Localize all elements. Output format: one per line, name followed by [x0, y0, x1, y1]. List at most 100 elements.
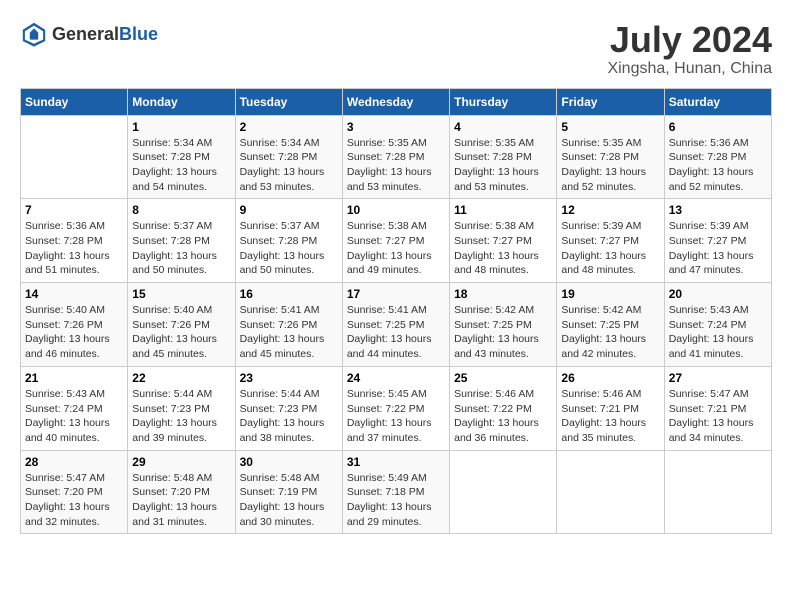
calendar-week-5: 28 Sunrise: 5:47 AM Sunset: 7:20 PM Dayli…: [21, 450, 772, 534]
day-number: 18: [454, 287, 552, 301]
calendar-cell: 2 Sunrise: 5:34 AM Sunset: 7:28 PM Daylig…: [235, 115, 342, 199]
day-number: 22: [132, 371, 230, 385]
calendar-cell: 17Sunrise: 5:41 AM Sunset: 7:25 PM Dayli…: [342, 283, 449, 367]
calendar-week-1: 1 Sunrise: 5:34 AM Sunset: 7:28 PM Daylig…: [21, 115, 772, 199]
day-info: Sunrise: 5:37 AM Sunset: 7:28 PM Dayligh…: [240, 219, 338, 278]
logo: GeneralBlue: [20, 20, 158, 48]
day-info: Sunrise: 5:48 AM Sunset: 7:20 PM Dayligh…: [132, 471, 230, 530]
day-info: Sunrise: 5:41 AM Sunset: 7:25 PM Dayligh…: [347, 303, 445, 362]
calendar-cell: 31Sunrise: 5:49 AM Sunset: 7:18 PM Dayli…: [342, 450, 449, 534]
calendar-cell: 20 Sunrise: 5:43 AM Sunset: 7:24 PM Dayli…: [664, 283, 771, 367]
day-info: Sunrise: 5:34 AM Sunset: 7:28 PM Dayligh…: [240, 136, 338, 195]
calendar-cell: 6 Sunrise: 5:36 AM Sunset: 7:28 PM Daylig…: [664, 115, 771, 199]
day-info: Sunrise: 5:38 AM Sunset: 7:27 PM Dayligh…: [454, 219, 552, 278]
day-number: 3: [347, 120, 445, 134]
day-info: Sunrise: 5:48 AM Sunset: 7:19 PM Dayligh…: [240, 471, 338, 530]
logo-blue: Blue: [119, 24, 158, 44]
calendar-cell: 24Sunrise: 5:45 AM Sunset: 7:22 PM Dayli…: [342, 366, 449, 450]
calendar-cell: [557, 450, 664, 534]
calendar-cell: 22 Sunrise: 5:44 AM Sunset: 7:23 PM Dayli…: [128, 366, 235, 450]
calendar-cell: 26 Sunrise: 5:46 AM Sunset: 7:21 PM Dayli…: [557, 366, 664, 450]
title-block: July 2024 Xingsha, Hunan, China: [607, 20, 772, 78]
day-info: Sunrise: 5:39 AM Sunset: 7:27 PM Dayligh…: [561, 219, 659, 278]
calendar-cell: 16 Sunrise: 5:41 AM Sunset: 7:26 PM Dayli…: [235, 283, 342, 367]
day-number: 2: [240, 120, 338, 134]
page-header: GeneralBlue July 2024 Xingsha, Hunan, Ch…: [20, 20, 772, 78]
calendar-cell: 19Sunrise: 5:42 AM Sunset: 7:25 PM Dayli…: [557, 283, 664, 367]
calendar-cell: 18 Sunrise: 5:42 AM Sunset: 7:25 PM Dayli…: [450, 283, 557, 367]
logo-general: General: [52, 24, 119, 44]
column-header-tuesday: Tuesday: [235, 88, 342, 115]
calendar-cell: 4Sunrise: 5:35 AM Sunset: 7:28 PM Daylig…: [450, 115, 557, 199]
day-number: 8: [132, 203, 230, 217]
sub-title: Xingsha, Hunan, China: [607, 60, 772, 78]
day-number: 23: [240, 371, 338, 385]
day-info: Sunrise: 5:43 AM Sunset: 7:24 PM Dayligh…: [669, 303, 767, 362]
calendar-week-4: 21 Sunrise: 5:43 AM Sunset: 7:24 PM Dayli…: [21, 366, 772, 450]
calendar-cell: 14 Sunrise: 5:40 AM Sunset: 7:26 PM Dayli…: [21, 283, 128, 367]
day-number: 19: [561, 287, 659, 301]
calendar-week-3: 14 Sunrise: 5:40 AM Sunset: 7:26 PM Dayli…: [21, 283, 772, 367]
calendar-table: SundayMondayTuesdayWednesdayThursdayFrid…: [20, 88, 772, 535]
day-number: 20: [669, 287, 767, 301]
day-info: Sunrise: 5:44 AM Sunset: 7:23 PM Dayligh…: [132, 387, 230, 446]
day-info: Sunrise: 5:34 AM Sunset: 7:28 PM Dayligh…: [132, 136, 230, 195]
day-number: 14: [25, 287, 123, 301]
calendar-cell: 29 Sunrise: 5:48 AM Sunset: 7:20 PM Dayli…: [128, 450, 235, 534]
calendar-cell: 12 Sunrise: 5:39 AM Sunset: 7:27 PM Dayli…: [557, 199, 664, 283]
day-number: 26: [561, 371, 659, 385]
column-header-sunday: Sunday: [21, 88, 128, 115]
day-info: Sunrise: 5:40 AM Sunset: 7:26 PM Dayligh…: [132, 303, 230, 362]
day-info: Sunrise: 5:41 AM Sunset: 7:26 PM Dayligh…: [240, 303, 338, 362]
day-info: Sunrise: 5:47 AM Sunset: 7:20 PM Dayligh…: [25, 471, 123, 530]
day-number: 5: [561, 120, 659, 134]
day-number: 29: [132, 455, 230, 469]
calendar-cell: 27 Sunrise: 5:47 AM Sunset: 7:21 PM Dayli…: [664, 366, 771, 450]
day-info: Sunrise: 5:36 AM Sunset: 7:28 PM Dayligh…: [669, 136, 767, 195]
day-info: Sunrise: 5:42 AM Sunset: 7:25 PM Dayligh…: [454, 303, 552, 362]
calendar-cell: [664, 450, 771, 534]
day-info: Sunrise: 5:35 AM Sunset: 7:28 PM Dayligh…: [561, 136, 659, 195]
generalblue-icon: [20, 20, 48, 48]
day-info: Sunrise: 5:46 AM Sunset: 7:21 PM Dayligh…: [561, 387, 659, 446]
calendar-cell: 11 Sunrise: 5:38 AM Sunset: 7:27 PM Dayli…: [450, 199, 557, 283]
calendar-cell: 8 Sunrise: 5:37 AM Sunset: 7:28 PM Daylig…: [128, 199, 235, 283]
calendar-cell: 9Sunrise: 5:37 AM Sunset: 7:28 PM Daylig…: [235, 199, 342, 283]
day-number: 1: [132, 120, 230, 134]
day-number: 11: [454, 203, 552, 217]
day-info: Sunrise: 5:35 AM Sunset: 7:28 PM Dayligh…: [347, 136, 445, 195]
day-info: Sunrise: 5:35 AM Sunset: 7:28 PM Dayligh…: [454, 136, 552, 195]
day-number: 10: [347, 203, 445, 217]
day-info: Sunrise: 5:43 AM Sunset: 7:24 PM Dayligh…: [25, 387, 123, 446]
day-number: 21: [25, 371, 123, 385]
day-info: Sunrise: 5:39 AM Sunset: 7:27 PM Dayligh…: [669, 219, 767, 278]
day-info: Sunrise: 5:44 AM Sunset: 7:23 PM Dayligh…: [240, 387, 338, 446]
calendar-cell: 7 Sunrise: 5:36 AM Sunset: 7:28 PM Daylig…: [21, 199, 128, 283]
day-number: 12: [561, 203, 659, 217]
calendar-header-row: SundayMondayTuesdayWednesdayThursdayFrid…: [21, 88, 772, 115]
day-info: Sunrise: 5:45 AM Sunset: 7:22 PM Dayligh…: [347, 387, 445, 446]
day-info: Sunrise: 5:36 AM Sunset: 7:28 PM Dayligh…: [25, 219, 123, 278]
calendar-cell: [450, 450, 557, 534]
calendar-cell: 23 Sunrise: 5:44 AM Sunset: 7:23 PM Dayli…: [235, 366, 342, 450]
day-number: 28: [25, 455, 123, 469]
calendar-week-2: 7 Sunrise: 5:36 AM Sunset: 7:28 PM Daylig…: [21, 199, 772, 283]
column-header-thursday: Thursday: [450, 88, 557, 115]
day-number: 27: [669, 371, 767, 385]
day-number: 31: [347, 455, 445, 469]
day-info: Sunrise: 5:37 AM Sunset: 7:28 PM Dayligh…: [132, 219, 230, 278]
main-title: July 2024: [607, 20, 772, 60]
day-number: 7: [25, 203, 123, 217]
day-info: Sunrise: 5:38 AM Sunset: 7:27 PM Dayligh…: [347, 219, 445, 278]
day-number: 25: [454, 371, 552, 385]
calendar-cell: 28 Sunrise: 5:47 AM Sunset: 7:20 PM Dayli…: [21, 450, 128, 534]
day-number: 6: [669, 120, 767, 134]
column-header-friday: Friday: [557, 88, 664, 115]
day-number: 16: [240, 287, 338, 301]
day-number: 13: [669, 203, 767, 217]
calendar-cell: 5 Sunrise: 5:35 AM Sunset: 7:28 PM Daylig…: [557, 115, 664, 199]
calendar-cell: 1 Sunrise: 5:34 AM Sunset: 7:28 PM Daylig…: [128, 115, 235, 199]
day-info: Sunrise: 5:40 AM Sunset: 7:26 PM Dayligh…: [25, 303, 123, 362]
day-info: Sunrise: 5:47 AM Sunset: 7:21 PM Dayligh…: [669, 387, 767, 446]
calendar-cell: 15Sunrise: 5:40 AM Sunset: 7:26 PM Dayli…: [128, 283, 235, 367]
